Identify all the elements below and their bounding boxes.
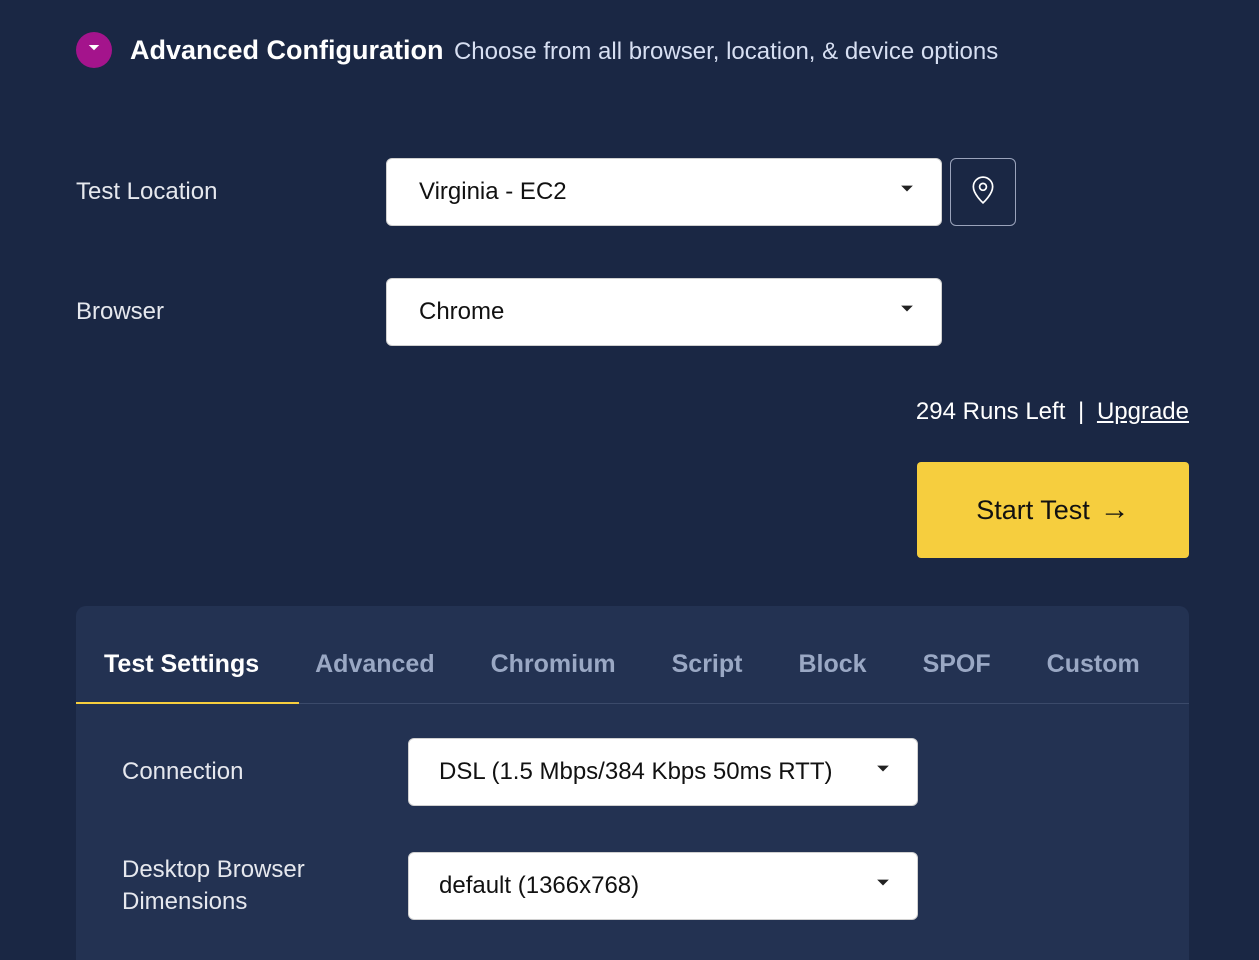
- tab-block[interactable]: Block: [798, 644, 866, 703]
- connection-value: DSL (1.5 Mbps/384 Kbps 50ms RTT): [439, 758, 833, 786]
- header-text: Advanced Configuration Choose from all b…: [130, 35, 998, 66]
- browser-label: Browser: [76, 298, 386, 326]
- chevron-down-icon: [85, 39, 103, 62]
- upgrade-link[interactable]: Upgrade: [1097, 398, 1189, 425]
- settings-panel: Test Settings Advanced Chromium Script B…: [76, 606, 1189, 960]
- dimensions-value: default (1366x768): [439, 872, 639, 900]
- start-test-button[interactable]: Start Test →: [917, 462, 1189, 558]
- browser-value: Chrome: [419, 298, 504, 326]
- tab-advanced[interactable]: Advanced: [315, 644, 434, 703]
- start-label: Start Test: [976, 495, 1090, 526]
- connection-select[interactable]: DSL (1.5 Mbps/384 Kbps 50ms RTT): [408, 738, 918, 806]
- location-label: Test Location: [76, 178, 386, 206]
- tab-chromium[interactable]: Chromium: [491, 644, 616, 703]
- runs-separator: |: [1078, 398, 1084, 425]
- header-subtitle: Choose from all browser, location, & dev…: [454, 38, 998, 65]
- tab-test-settings[interactable]: Test Settings: [104, 644, 259, 703]
- location-select[interactable]: Virginia - EC2: [386, 158, 942, 226]
- chevron-down-icon: [873, 758, 893, 786]
- dimensions-label: Desktop Browser Dimensions: [122, 854, 408, 919]
- map-pin-button[interactable]: [950, 158, 1016, 226]
- connection-label: Connection: [122, 756, 408, 788]
- tabs: Test Settings Advanced Chromium Script B…: [76, 606, 1189, 704]
- dimensions-select[interactable]: default (1366x768): [408, 852, 918, 920]
- tab-script[interactable]: Script: [672, 644, 743, 703]
- expand-toggle[interactable]: [76, 32, 112, 68]
- tab-spof[interactable]: SPOF: [923, 644, 991, 703]
- arrow-right-icon: →: [1100, 493, 1130, 527]
- location-value: Virginia - EC2: [419, 178, 567, 206]
- runs-status: 294 Runs Left | Upgrade: [76, 398, 1189, 426]
- tab-custom[interactable]: Custom: [1047, 644, 1140, 703]
- chevron-down-icon: [897, 298, 917, 326]
- header-title: Advanced Configuration: [130, 35, 444, 65]
- chevron-down-icon: [897, 178, 917, 206]
- runs-left-text: 294 Runs Left: [916, 398, 1065, 425]
- chevron-down-icon: [873, 872, 893, 900]
- browser-select[interactable]: Chrome: [386, 278, 942, 346]
- map-pin-icon: [970, 175, 996, 210]
